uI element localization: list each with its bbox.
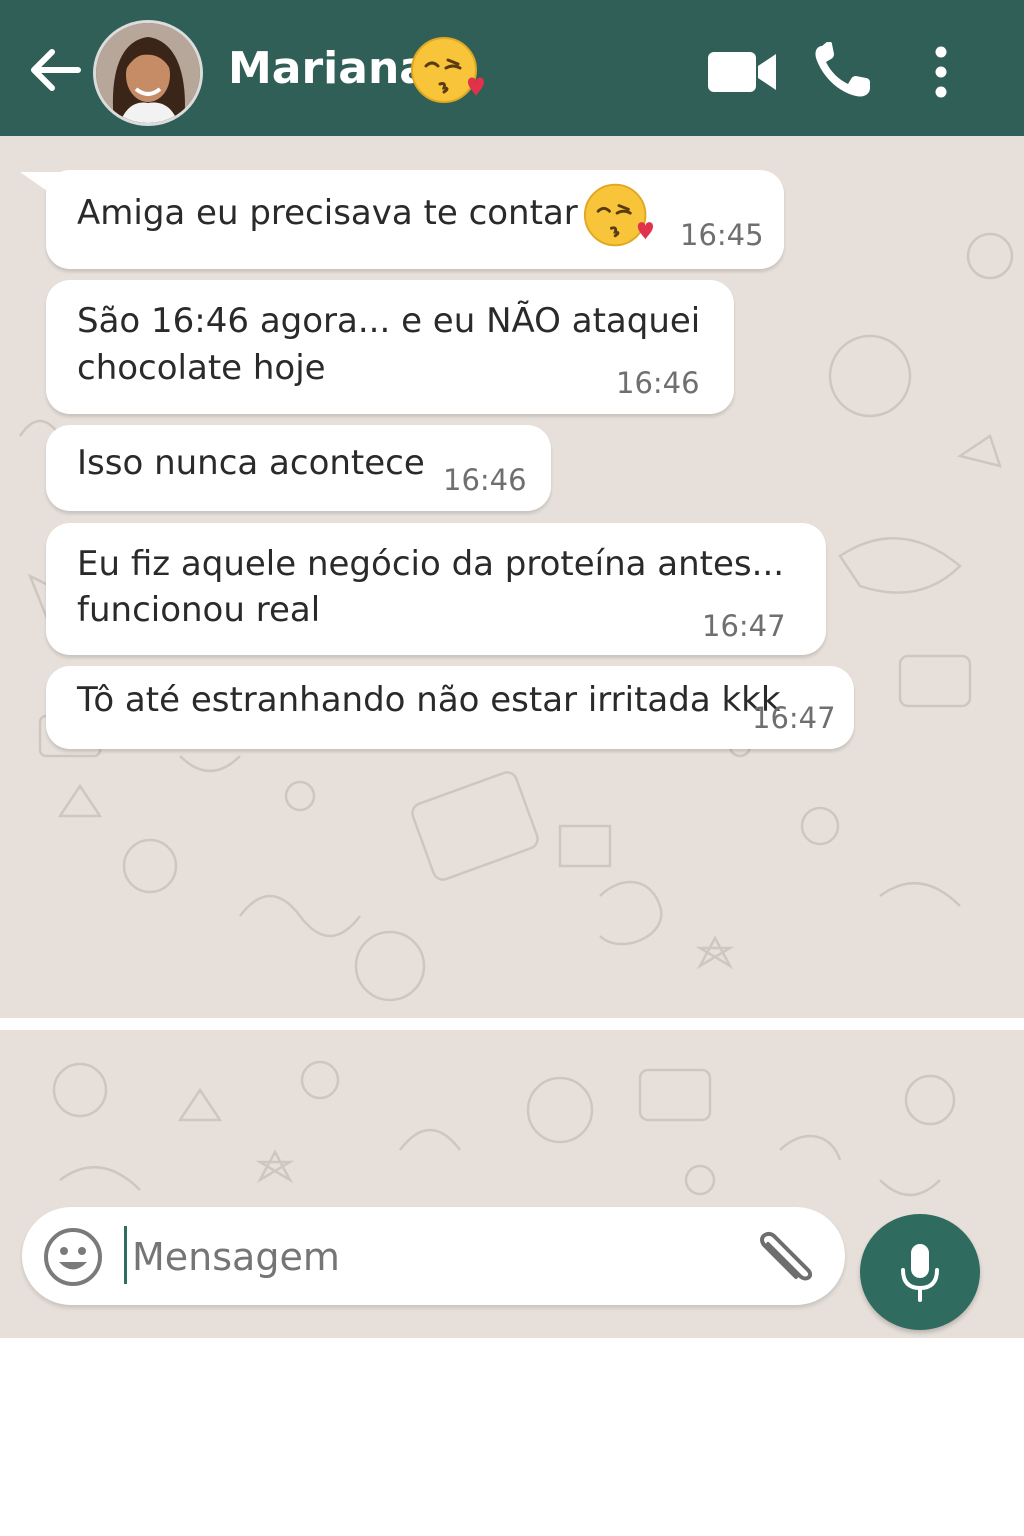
back-button[interactable] — [26, 44, 86, 96]
message-bubble[interactable]: Amiga eu precisava te contar 16:45 — [46, 170, 784, 269]
contact-avatar[interactable] — [93, 20, 203, 126]
divider — [0, 1018, 1024, 1030]
message-input[interactable] — [130, 1226, 734, 1288]
chat-header: Mariana — [0, 0, 1024, 136]
message-text: Amiga eu precisava te contar — [77, 193, 578, 233]
message-bubble[interactable]: São 16:46 agora... e eu NÃO ataquei choc… — [46, 280, 734, 414]
text-cursor — [124, 1226, 127, 1284]
message-bubble[interactable]: Tô até estranhando não estar irritada kk… — [46, 666, 854, 749]
face-blowing-kiss-emoji — [411, 37, 484, 103]
smiley-icon[interactable] — [42, 1227, 104, 1287]
message-text: Eu fiz aquele negócio da proteína antes.… — [77, 544, 785, 584]
message-text: funcionou real — [77, 590, 321, 630]
arrow-left-icon — [31, 49, 81, 91]
message-bubble[interactable]: Isso nunca acontece 16:46 — [46, 425, 551, 511]
message-time: 16:46 — [443, 463, 527, 497]
message-text: São 16:46 agora... e eu NÃO ataquei — [77, 301, 701, 341]
message-bubble[interactable]: Eu fiz aquele negócio da proteína antes.… — [46, 523, 826, 655]
message-text: chocolate hoje — [77, 348, 326, 388]
contact-name[interactable]: Mariana — [228, 38, 429, 100]
paperclip-icon[interactable] — [754, 1230, 818, 1286]
face-blowing-kiss-emoji — [583, 183, 653, 247]
message-time: 16:47 — [702, 609, 786, 643]
message-text: Tô até estranhando não estar irritada kk… — [77, 680, 781, 720]
video-camera-icon[interactable] — [706, 48, 778, 96]
message-time: 16:45 — [680, 218, 764, 252]
message-time: 16:46 — [616, 366, 700, 400]
phone-icon[interactable] — [812, 42, 874, 100]
message-text: Isso nunca acontece — [77, 443, 425, 483]
microphone-icon — [901, 1244, 939, 1302]
kebab-menu-icon[interactable] — [928, 46, 954, 98]
microphone-button[interactable] — [860, 1214, 980, 1330]
message-time: 16:47 — [752, 701, 836, 735]
